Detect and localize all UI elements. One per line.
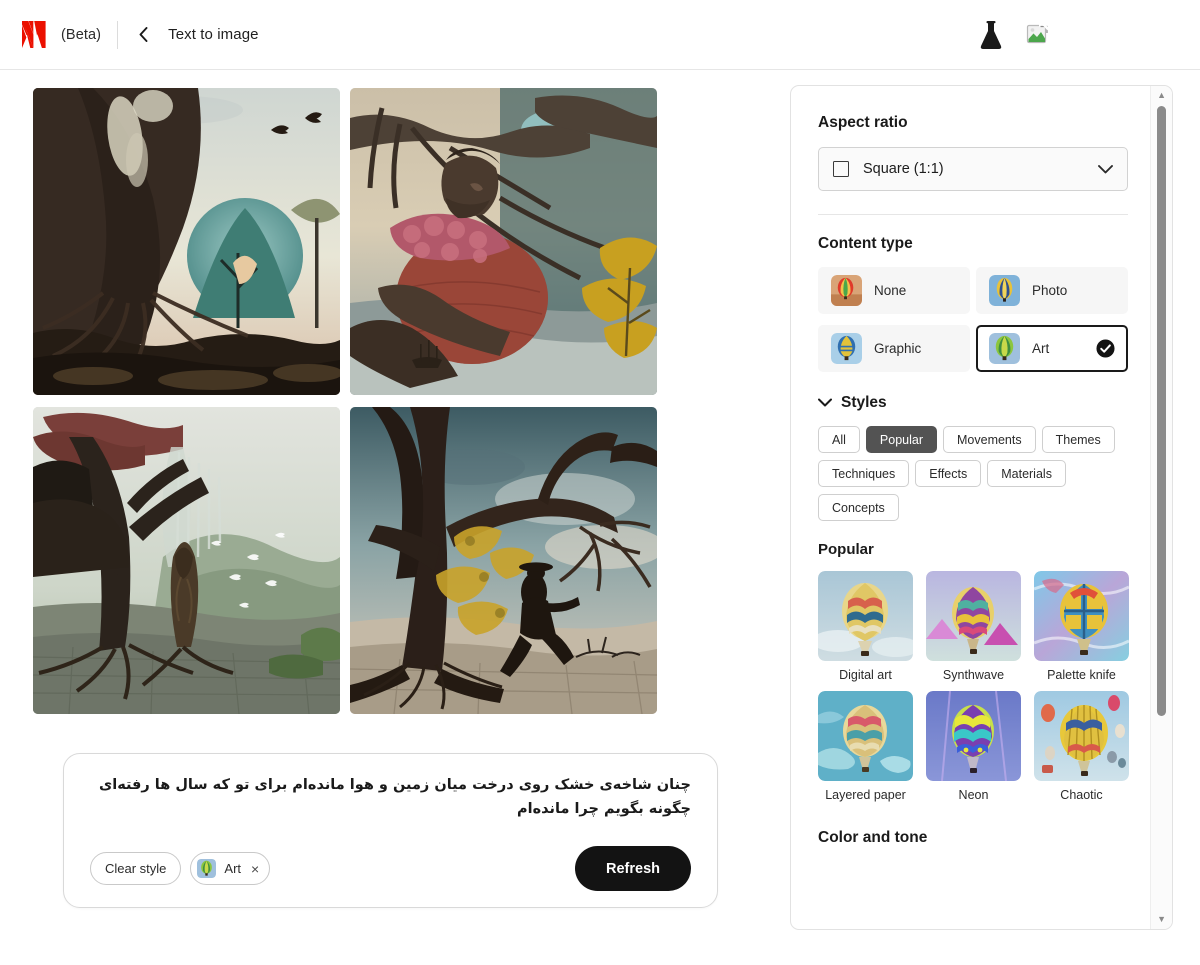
panel-divider [818, 214, 1128, 215]
results-column: چنان شاخه‌ی خشک روی درخت میان زمین و هوا… [0, 70, 790, 965]
app-header: (Beta) Text to image [0, 0, 1200, 70]
scrollbar-track[interactable] [1151, 100, 1172, 915]
page-title: Text to image [168, 26, 259, 43]
content-type-graphic-label: Graphic [874, 341, 922, 356]
style-synthwave-label: Synthwave [942, 668, 1005, 682]
refresh-button[interactable]: Refresh [575, 846, 691, 891]
prompt-controls: Clear style Art × Refresh [90, 846, 691, 891]
style-digital-art-label: Digital art [839, 668, 892, 682]
aspect-ratio-select[interactable]: Square (1:1) [818, 147, 1128, 191]
content-type-title: Content type [818, 235, 913, 252]
style-filter-concepts[interactable]: Concepts [818, 494, 899, 521]
style-layered-paper-label: Layered paper [825, 788, 906, 802]
style-chip-label: Art [224, 861, 242, 876]
style-filter-chips: All Popular Movements Themes Techniques … [818, 426, 1133, 521]
beta-label: (Beta) [61, 26, 102, 43]
aspect-ratio-title: Aspect ratio [818, 114, 908, 131]
styles-title: Styles [841, 394, 887, 411]
popular-group-title: Popular [818, 541, 874, 558]
content-type-photo-label: Photo [1032, 283, 1068, 298]
layered-paper-thumbnail [818, 691, 913, 781]
style-thumbnail-grid: Digital art Synthwave Palette knife Laye… [818, 571, 1129, 802]
photo-balloon-icon [989, 275, 1020, 306]
style-chaotic[interactable]: Chaotic [1034, 691, 1129, 802]
scroll-down-arrow-icon[interactable]: ▼ [1157, 915, 1166, 924]
settings-panel: Aspect ratio Square (1:1) Content type N… [790, 85, 1173, 930]
art-balloon-icon [197, 859, 217, 878]
style-chaotic-label: Chaotic [1060, 788, 1103, 802]
chevron-down-icon [1098, 164, 1113, 174]
art-balloon-icon [989, 333, 1020, 364]
style-neon[interactable]: Neon [926, 691, 1021, 802]
content-type-none[interactable]: None [818, 267, 970, 314]
synthwave-thumbnail [926, 571, 1021, 661]
close-icon[interactable]: × [251, 862, 259, 876]
header-actions [978, 0, 1050, 70]
broken-image-icon[interactable] [1026, 23, 1050, 47]
prompt-bar: چنان شاخه‌ی خشک روی درخت میان زمین و هوا… [63, 753, 718, 908]
clear-style-button[interactable]: Clear style [90, 852, 182, 885]
generated-image-grid [33, 88, 790, 714]
style-palette-knife-label: Palette knife [1047, 668, 1116, 682]
prompt-input[interactable]: چنان شاخه‌ی خشک روی درخت میان زمین و هوا… [90, 774, 691, 822]
chevron-left-icon[interactable] [132, 20, 154, 50]
square-icon [833, 161, 849, 177]
style-filter-all[interactable]: All [818, 426, 860, 453]
style-chip-art[interactable]: Art × [190, 852, 271, 885]
style-synthwave[interactable]: Synthwave [926, 571, 1021, 682]
generated-image-1[interactable] [33, 88, 340, 395]
styles-section-header[interactable]: Styles [818, 394, 1126, 412]
content-type-none-label: None [874, 283, 907, 298]
digital-art-thumbnail [818, 571, 913, 661]
scrollbar-thumb[interactable] [1157, 106, 1167, 716]
palette-knife-thumbnail [1034, 571, 1129, 661]
beaker-icon[interactable] [978, 20, 1004, 50]
style-layered-paper[interactable]: Layered paper [818, 691, 913, 802]
aspect-ratio-value: Square (1:1) [863, 161, 944, 177]
style-digital-art[interactable]: Digital art [818, 571, 913, 682]
content-type-graphic[interactable]: Graphic [818, 325, 970, 372]
generated-image-4[interactable] [350, 407, 657, 714]
content-type-art[interactable]: Art [976, 325, 1128, 372]
scroll-up-arrow-icon[interactable]: ▲ [1157, 91, 1166, 100]
none-balloon-icon [831, 275, 862, 306]
style-filter-effects[interactable]: Effects [915, 460, 982, 487]
content-type-photo[interactable]: Photo [976, 267, 1128, 314]
brand-area: (Beta) [22, 21, 101, 48]
main-layout: چنان شاخه‌ی خشک روی درخت میان زمین و هوا… [0, 70, 1200, 965]
style-filter-movements[interactable]: Movements [943, 426, 1036, 453]
chaotic-thumbnail [1034, 691, 1129, 781]
style-filter-themes[interactable]: Themes [1041, 426, 1115, 453]
style-neon-label: Neon [958, 788, 989, 802]
graphic-balloon-icon [831, 333, 862, 364]
style-filter-popular[interactable]: Popular [865, 426, 937, 453]
content-type-grid: None Photo Graphic Art [818, 267, 1128, 372]
style-filter-techniques[interactable]: Techniques [818, 460, 910, 487]
generated-image-3[interactable] [33, 407, 340, 714]
settings-column: Aspect ratio Square (1:1) Content type N… [790, 70, 1200, 965]
neon-thumbnail [926, 691, 1021, 781]
generated-image-2[interactable] [350, 88, 657, 395]
chevron-down-icon [818, 394, 832, 412]
content-type-art-label: Art [1032, 341, 1050, 356]
adobe-logo-icon [22, 21, 46, 48]
style-filter-materials[interactable]: Materials [987, 460, 1066, 487]
color-and-tone-title: Color and tone [818, 829, 928, 846]
settings-panel-body: Aspect ratio Square (1:1) Content type N… [791, 86, 1150, 929]
style-palette-knife[interactable]: Palette knife [1034, 571, 1129, 682]
header-divider [117, 20, 119, 49]
panel-scrollbar[interactable]: ▲ ▼ [1150, 86, 1172, 929]
check-circle-icon [1096, 339, 1115, 358]
